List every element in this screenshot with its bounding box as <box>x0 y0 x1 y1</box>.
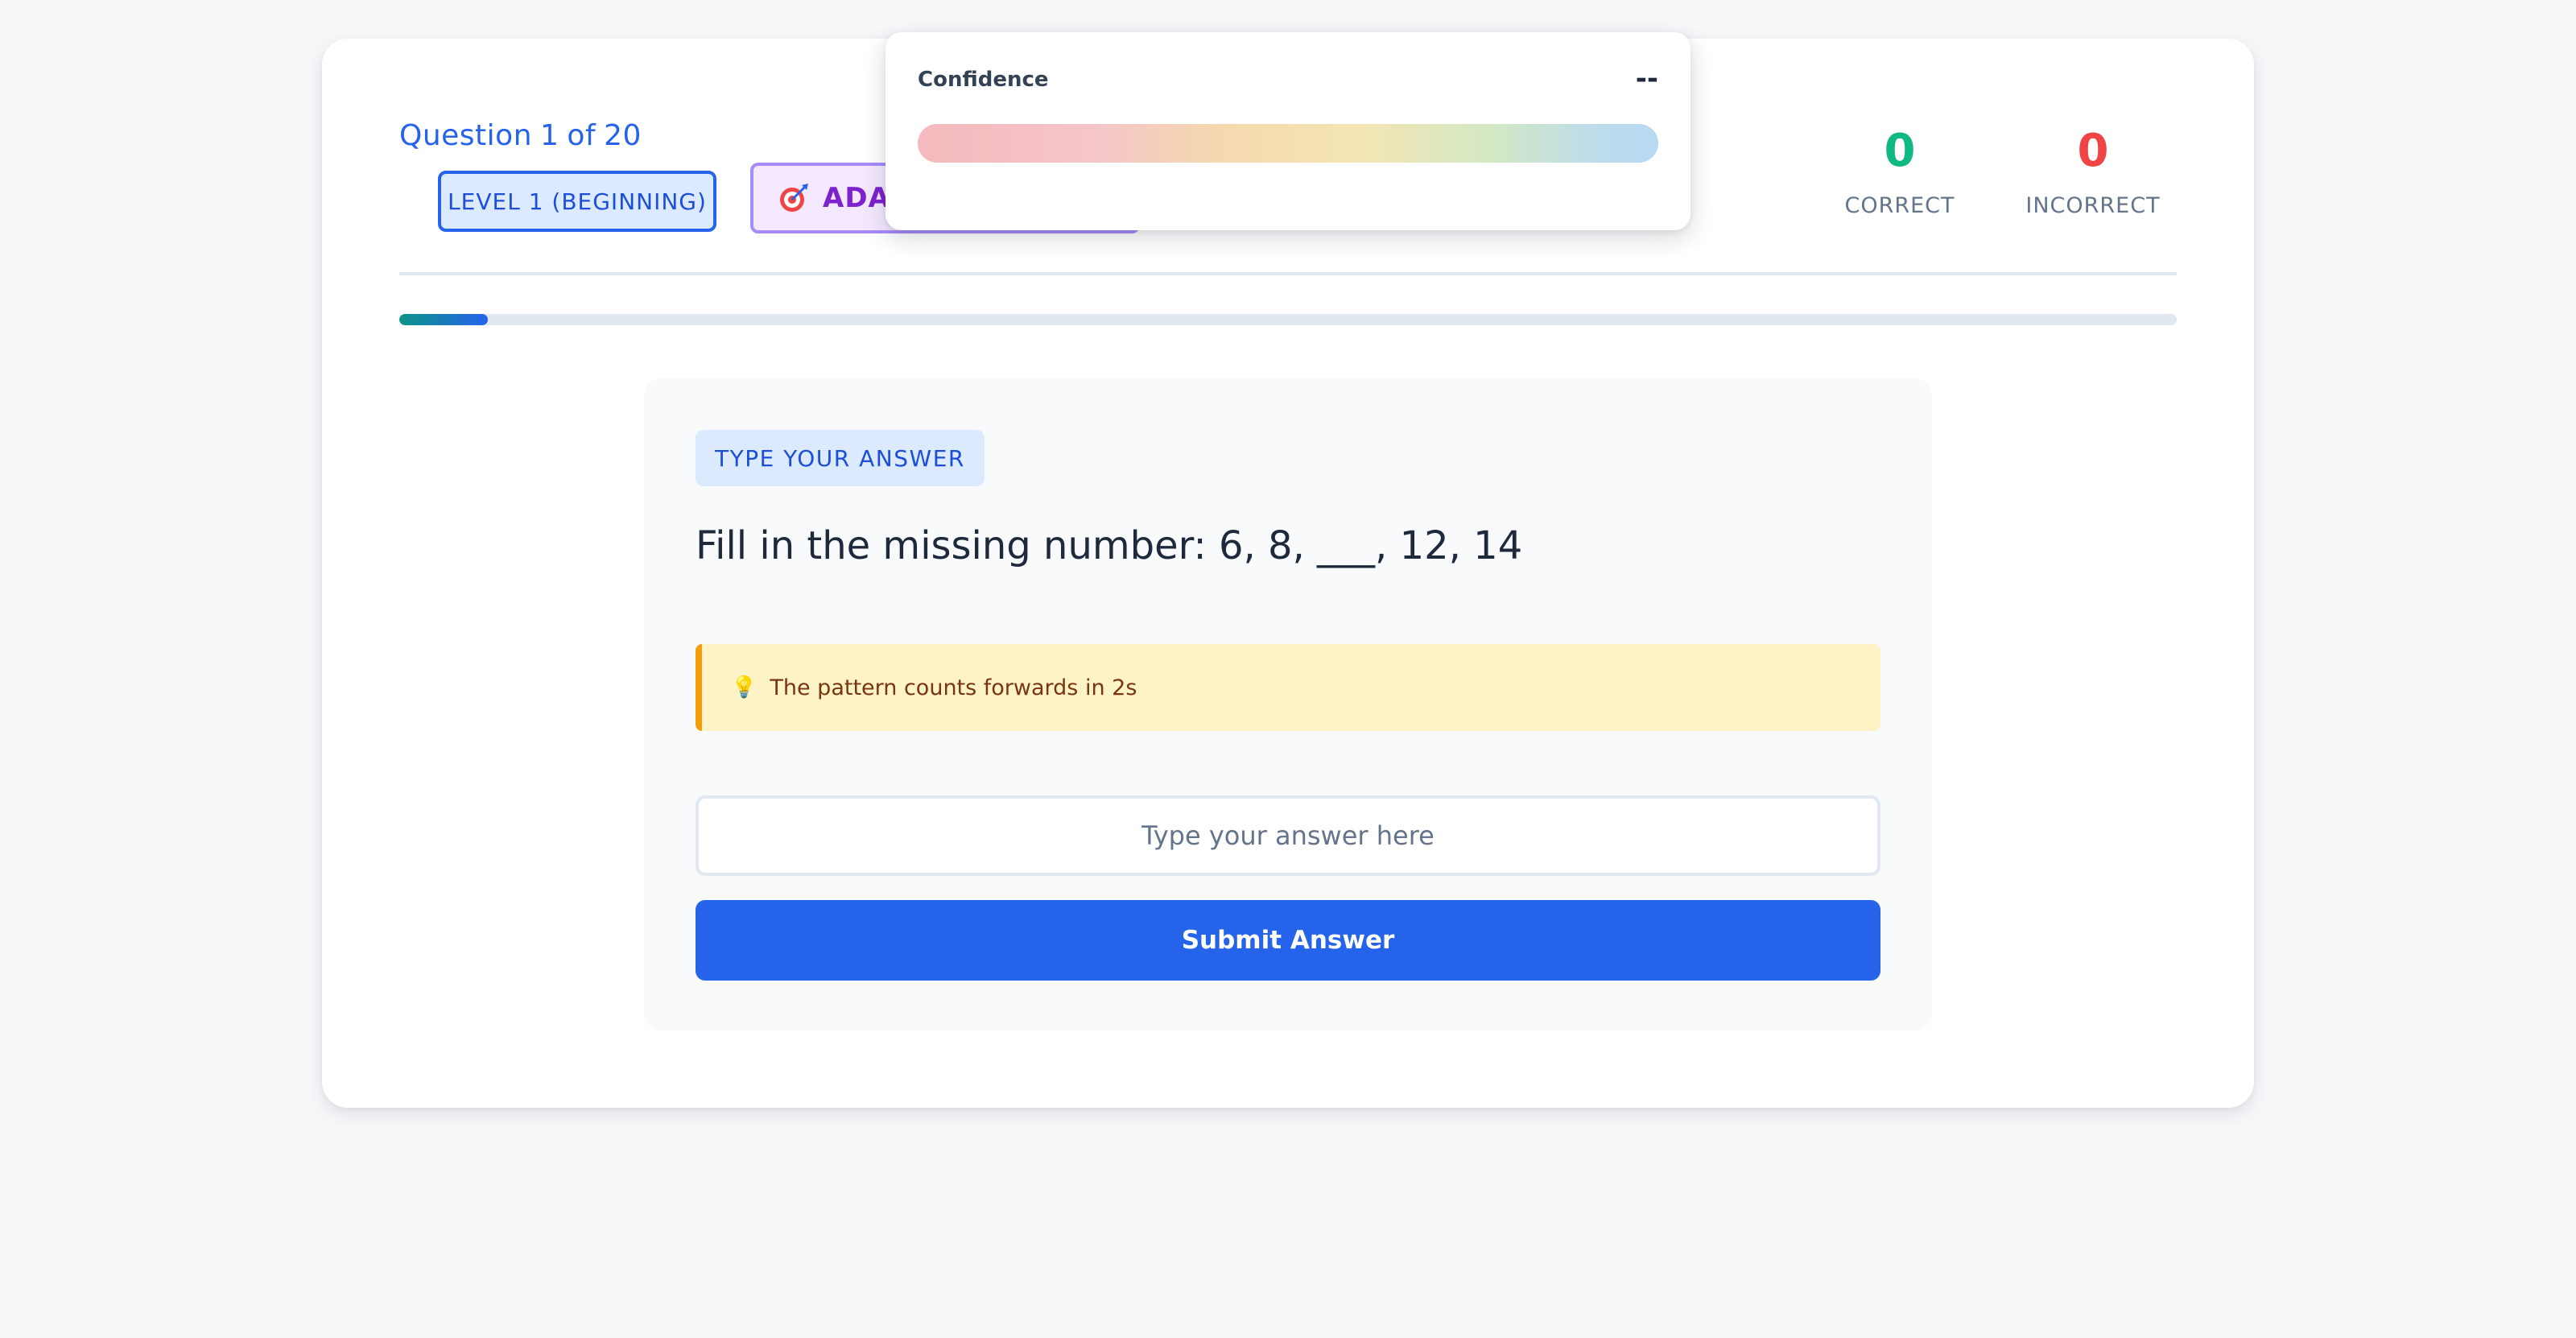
lightbulb-icon: 💡 <box>731 675 758 700</box>
header-divider <box>399 272 2177 275</box>
question-label: Question <box>399 119 533 152</box>
question-current: 1 <box>540 119 559 152</box>
progress-bar <box>399 314 2177 325</box>
hint-box: 💡 The pattern counts forwards in 2s <box>696 644 1880 731</box>
answer-input[interactable] <box>696 795 1880 876</box>
confidence-title: Confidence <box>918 68 1049 92</box>
question-total: 20 <box>604 119 642 152</box>
incorrect-label: INCORRECT <box>2025 193 2161 218</box>
question-text: Fill in the missing number: 6, 8, ___, 1… <box>696 523 1523 568</box>
correct-score: 0 CORRECT <box>1835 125 1964 219</box>
level-badge: LEVEL 1 (BEGINNING) <box>438 171 716 232</box>
hint-text: The pattern counts forwards in 2s <box>770 675 1137 700</box>
question-of: of <box>567 119 597 152</box>
progress-fill <box>399 314 489 325</box>
correct-count: 0 <box>1884 125 1916 177</box>
question-panel: TYPE YOUR ANSWER Fill in the missing num… <box>644 378 1932 1030</box>
incorrect-count: 0 <box>2077 125 2109 177</box>
submit-answer-button[interactable]: Submit Answer <box>696 900 1880 981</box>
confidence-popup: Confidence -- <box>886 32 1690 230</box>
question-counter: Question 1 of 20 <box>399 119 650 152</box>
question-type-chip: TYPE YOUR ANSWER <box>696 430 985 486</box>
confidence-value: -- <box>1635 63 1658 95</box>
incorrect-score: 0 INCORRECT <box>1988 125 2198 219</box>
confidence-slider[interactable] <box>918 124 1658 163</box>
target-icon <box>780 184 808 212</box>
correct-label: CORRECT <box>1844 193 1955 218</box>
